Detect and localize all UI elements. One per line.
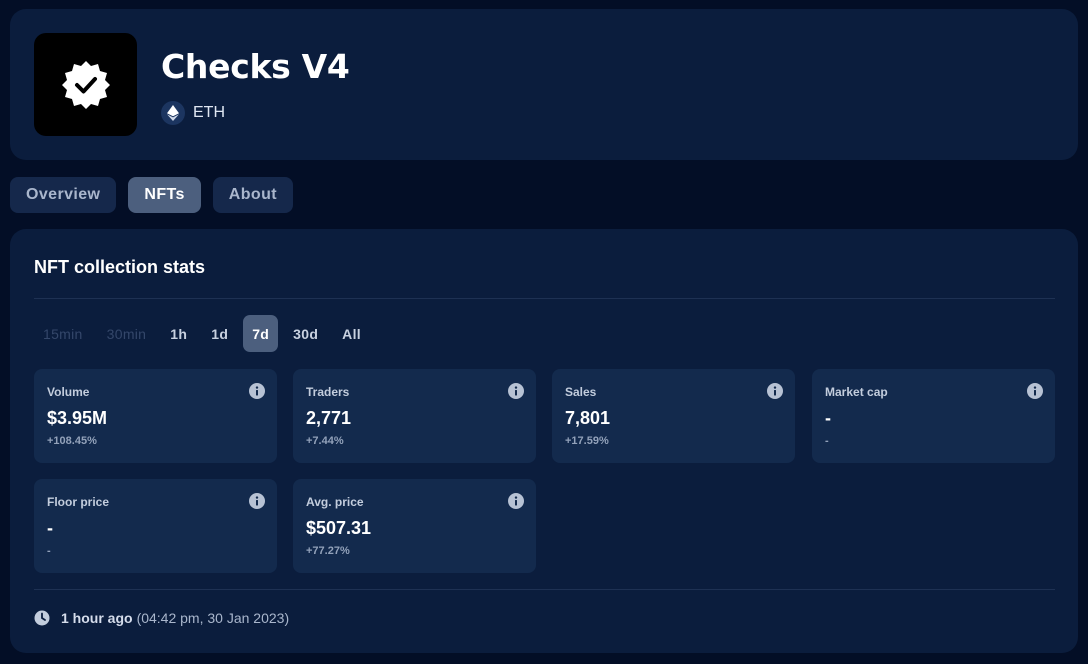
period-1h[interactable]: 1h (161, 315, 196, 352)
stat-label: Market cap (825, 385, 888, 399)
stats-title: NFT collection stats (34, 257, 206, 277)
collection-page: Checks V4 ETH Overview NFTs About NFT co… (0, 0, 1088, 664)
tab-overview[interactable]: Overview (10, 177, 117, 213)
stat-label: Avg. price (306, 495, 364, 509)
stat-card-sales: Sales 7,801 +17.59% (552, 369, 795, 463)
stat-value: - (825, 408, 831, 428)
stat-value: 7,801 (565, 408, 611, 428)
info-icon[interactable] (249, 383, 265, 399)
stat-value: 2,771 (306, 408, 352, 428)
chain-label: ETH (193, 104, 225, 121)
stat-card-floor-price: Floor price - - (34, 479, 277, 573)
info-icon[interactable] (767, 383, 783, 399)
nft-stats-panel: NFT collection stats 15min 30min 1h 1d 7… (10, 229, 1078, 653)
verified-check-badge-icon (61, 60, 110, 109)
chain-indicator: ETH (161, 101, 225, 125)
stat-card-avg-price: Avg. price $507.31 +77.27% (293, 479, 536, 573)
stat-change: +108.45% (47, 435, 97, 447)
collection-logo (34, 33, 137, 136)
tab-about[interactable]: About (212, 177, 293, 213)
updated-time: (04:42 pm, 30 Jan 2023) (136, 610, 290, 626)
info-icon[interactable] (249, 493, 265, 509)
tab-bar: Overview NFTs About (10, 177, 305, 213)
info-icon[interactable] (508, 493, 524, 509)
ethereum-icon (161, 101, 185, 125)
stat-change: +7.44% (306, 435, 344, 447)
period-selector: 15min 30min 1h 1d 7d 30d All (34, 315, 376, 352)
stat-label: Volume (47, 385, 90, 399)
divider (34, 589, 1055, 590)
stat-value: $507.31 (306, 518, 372, 538)
stat-change: +17.59% (565, 435, 609, 447)
info-icon[interactable] (508, 383, 524, 399)
divider (34, 298, 1055, 299)
stat-card-volume: Volume $3.95M +108.45% (34, 369, 277, 463)
stat-card-traders: Traders 2,771 +7.44% (293, 369, 536, 463)
stat-change: - (825, 435, 829, 447)
stat-label: Floor price (47, 495, 110, 509)
updated-ago: 1 hour ago (61, 610, 133, 626)
period-15min: 15min (43, 325, 83, 342)
last-updated: 1 hour ago (04:42 pm, 30 Jan 2023) (34, 610, 289, 626)
stat-value: - (47, 518, 53, 538)
stat-change: - (47, 545, 51, 557)
period-1d[interactable]: 1d (202, 315, 237, 352)
stat-label: Sales (565, 385, 597, 399)
info-icon[interactable] (1027, 383, 1043, 399)
clock-icon (34, 610, 50, 626)
period-all[interactable]: All (333, 315, 370, 352)
stat-change: +77.27% (306, 545, 350, 557)
stat-value: $3.95M (47, 408, 108, 428)
collection-title: Checks V4 (161, 47, 350, 86)
tab-nfts[interactable]: NFTs (128, 177, 201, 213)
period-30d[interactable]: 30d (284, 315, 327, 352)
stat-card-market-cap: Market cap - - (812, 369, 1055, 463)
period-30min: 30min (106, 325, 147, 342)
period-7d[interactable]: 7d (243, 315, 279, 352)
collection-header: Checks V4 ETH (10, 9, 1078, 160)
stat-label: Traders (306, 385, 350, 399)
